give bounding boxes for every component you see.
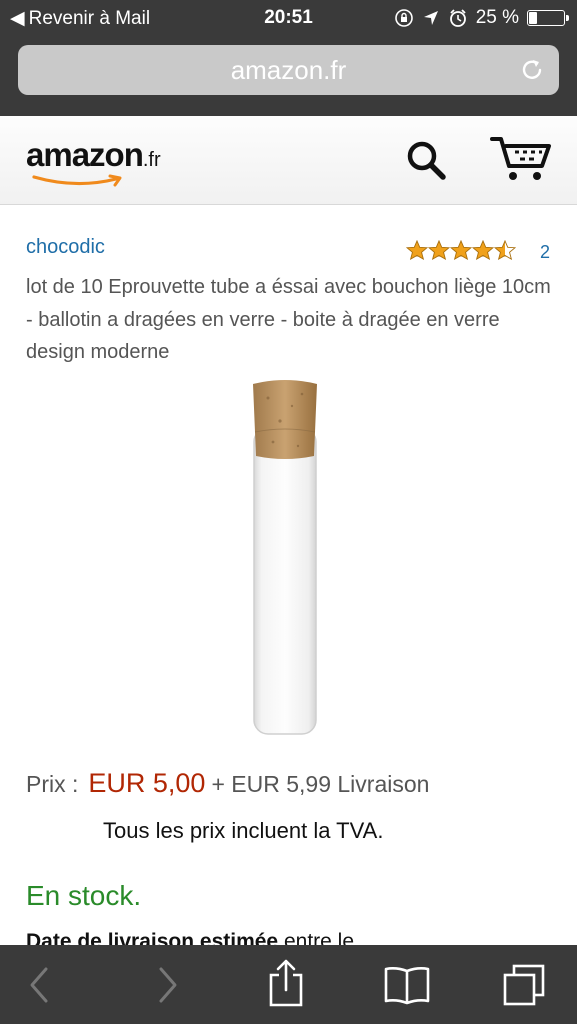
price-row: Prix : EUR 5,00 + EUR 5,99 Livraison	[26, 768, 429, 799]
star-icon	[406, 240, 428, 260]
price-amount: EUR 5,00	[88, 768, 206, 798]
bookmarks-icon[interactable]	[383, 963, 431, 1007]
logo-tld: .fr	[142, 149, 161, 171]
smile-arrow-icon	[32, 174, 122, 187]
battery-icon	[527, 10, 569, 26]
search-icon[interactable]	[404, 138, 448, 182]
tabs-icon[interactable]	[502, 963, 546, 1007]
url-text: amazon.fr	[230, 54, 347, 85]
forward-chevron-icon[interactable]	[145, 963, 189, 1007]
tax-note: Tous les prix incluent la TVA.	[103, 818, 384, 843]
status-icons: 25 %	[394, 7, 569, 29]
stock-status: En stock.	[26, 880, 142, 911]
share-icon[interactable]	[264, 957, 308, 1007]
site-header: amazon.fr	[0, 116, 577, 205]
location-icon	[423, 11, 438, 25]
amazon-logo[interactable]: amazon.fr	[26, 136, 161, 187]
orientation-lock-icon	[394, 9, 413, 27]
logo-word: amazon	[26, 136, 144, 173]
shipping-cost: + EUR 5,99 Livraison	[211, 771, 430, 797]
star-icon	[450, 240, 472, 260]
star-icon	[428, 240, 450, 260]
half-star-icon	[494, 240, 516, 260]
product-summary: chocodic 2 lot de 10 Eprouvette tube a é…	[26, 236, 556, 369]
product-title: lot de 10 Eprouvette tube a éssai avec b…	[26, 276, 551, 363]
alarm-icon	[449, 9, 466, 27]
address-bar[interactable]: amazon.fr	[18, 45, 559, 95]
battery-percent: 25 %	[475, 7, 519, 28]
cart-icon[interactable]	[490, 134, 552, 184]
star-icon	[472, 240, 494, 260]
price-label: Prix :	[26, 771, 79, 797]
rating-count-link[interactable]: 2	[540, 242, 550, 263]
reload-icon[interactable]	[519, 57, 545, 83]
back-chevron-icon[interactable]	[18, 963, 62, 1007]
browser-address-area: amazon.fr	[0, 36, 577, 116]
product-image[interactable]	[240, 376, 330, 741]
status-bar: ◀ Revenir à Mail 20:51 25 %	[0, 0, 577, 36]
browser-toolbar	[0, 945, 577, 1024]
star-rating[interactable]	[406, 240, 516, 260]
